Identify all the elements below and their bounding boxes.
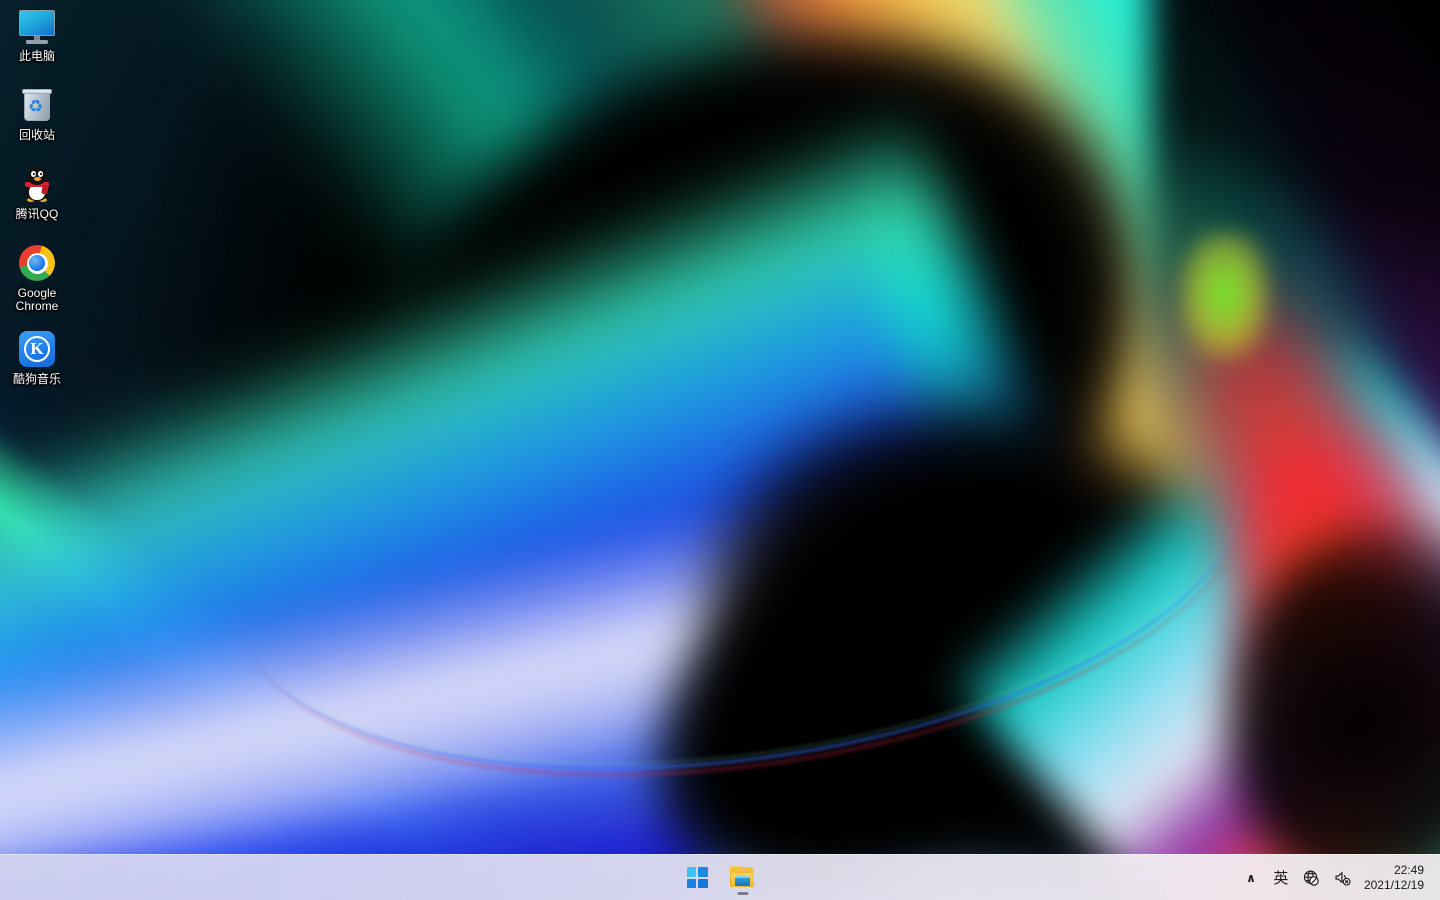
start-button[interactable] bbox=[677, 858, 717, 898]
desktop-icon-grid: 此电脑 ♻ 回收站 腾讯QQ Google Chrome K 酷狗音乐 bbox=[0, 0, 86, 386]
this-pc-icon bbox=[17, 6, 57, 46]
clock-date: 2021/12/19 bbox=[1363, 878, 1424, 892]
file-explorer-icon bbox=[730, 866, 756, 895]
chrome-icon bbox=[17, 243, 57, 283]
desktop-icon-recycle-bin[interactable]: ♻ 回收站 bbox=[0, 85, 74, 142]
taskbar-center-group bbox=[677, 855, 763, 900]
taskbar-app-file-explorer[interactable] bbox=[723, 858, 763, 898]
running-indicator-dot bbox=[737, 892, 749, 895]
desktop-icon-this-pc[interactable]: 此电脑 bbox=[0, 6, 74, 63]
kugou-music-icon: K bbox=[17, 329, 57, 369]
taskbar: ∧ 英 22:49 2021/12/19 bbox=[0, 854, 1440, 900]
desktop-wallpaper[interactable] bbox=[0, 0, 1440, 900]
tray-overflow-button[interactable]: ∧ bbox=[1236, 859, 1266, 897]
wallpaper-glow-green bbox=[1180, 230, 1270, 360]
tray-network-button[interactable] bbox=[1296, 859, 1327, 897]
desktop-icon-label: Google Chrome bbox=[15, 286, 59, 313]
tray-ime-button[interactable]: 英 bbox=[1266, 859, 1296, 897]
desktop-icon-tencent-qq[interactable]: 腾讯QQ bbox=[0, 164, 74, 221]
clock-time: 22:49 bbox=[1393, 863, 1424, 877]
desktop-icon-label: 回收站 bbox=[18, 128, 55, 142]
desktop-icon-google-chrome[interactable]: Google Chrome bbox=[0, 243, 74, 313]
desktop-icon-label: 腾讯QQ bbox=[15, 207, 59, 221]
system-tray: ∧ 英 22:49 2021/12/19 bbox=[1236, 855, 1440, 900]
speaker-muted-icon bbox=[1335, 871, 1351, 886]
network-globe-disconnected-icon bbox=[1303, 870, 1319, 886]
desktop-screen: 此电脑 ♻ 回收站 腾讯QQ Google Chrome K 酷狗音乐 ∧ 英 … bbox=[0, 0, 1440, 900]
ime-language-icon: 英 bbox=[1273, 869, 1289, 887]
desktop-icon-label: 此电脑 bbox=[18, 49, 55, 63]
taskbar-clock[interactable]: 22:49 2021/12/19 bbox=[1358, 859, 1434, 897]
recycle-bin-icon: ♻ bbox=[17, 85, 57, 125]
windows-logo-icon bbox=[686, 867, 708, 888]
tencent-qq-icon bbox=[17, 164, 57, 204]
kugou-letter: K bbox=[30, 339, 44, 358]
tray-volume-button[interactable] bbox=[1327, 859, 1358, 897]
desktop-icon-kugou-music[interactable]: K 酷狗音乐 bbox=[0, 329, 74, 386]
desktop-icon-label: 酷狗音乐 bbox=[12, 372, 61, 386]
chevron-up-icon: ∧ bbox=[1246, 871, 1256, 885]
